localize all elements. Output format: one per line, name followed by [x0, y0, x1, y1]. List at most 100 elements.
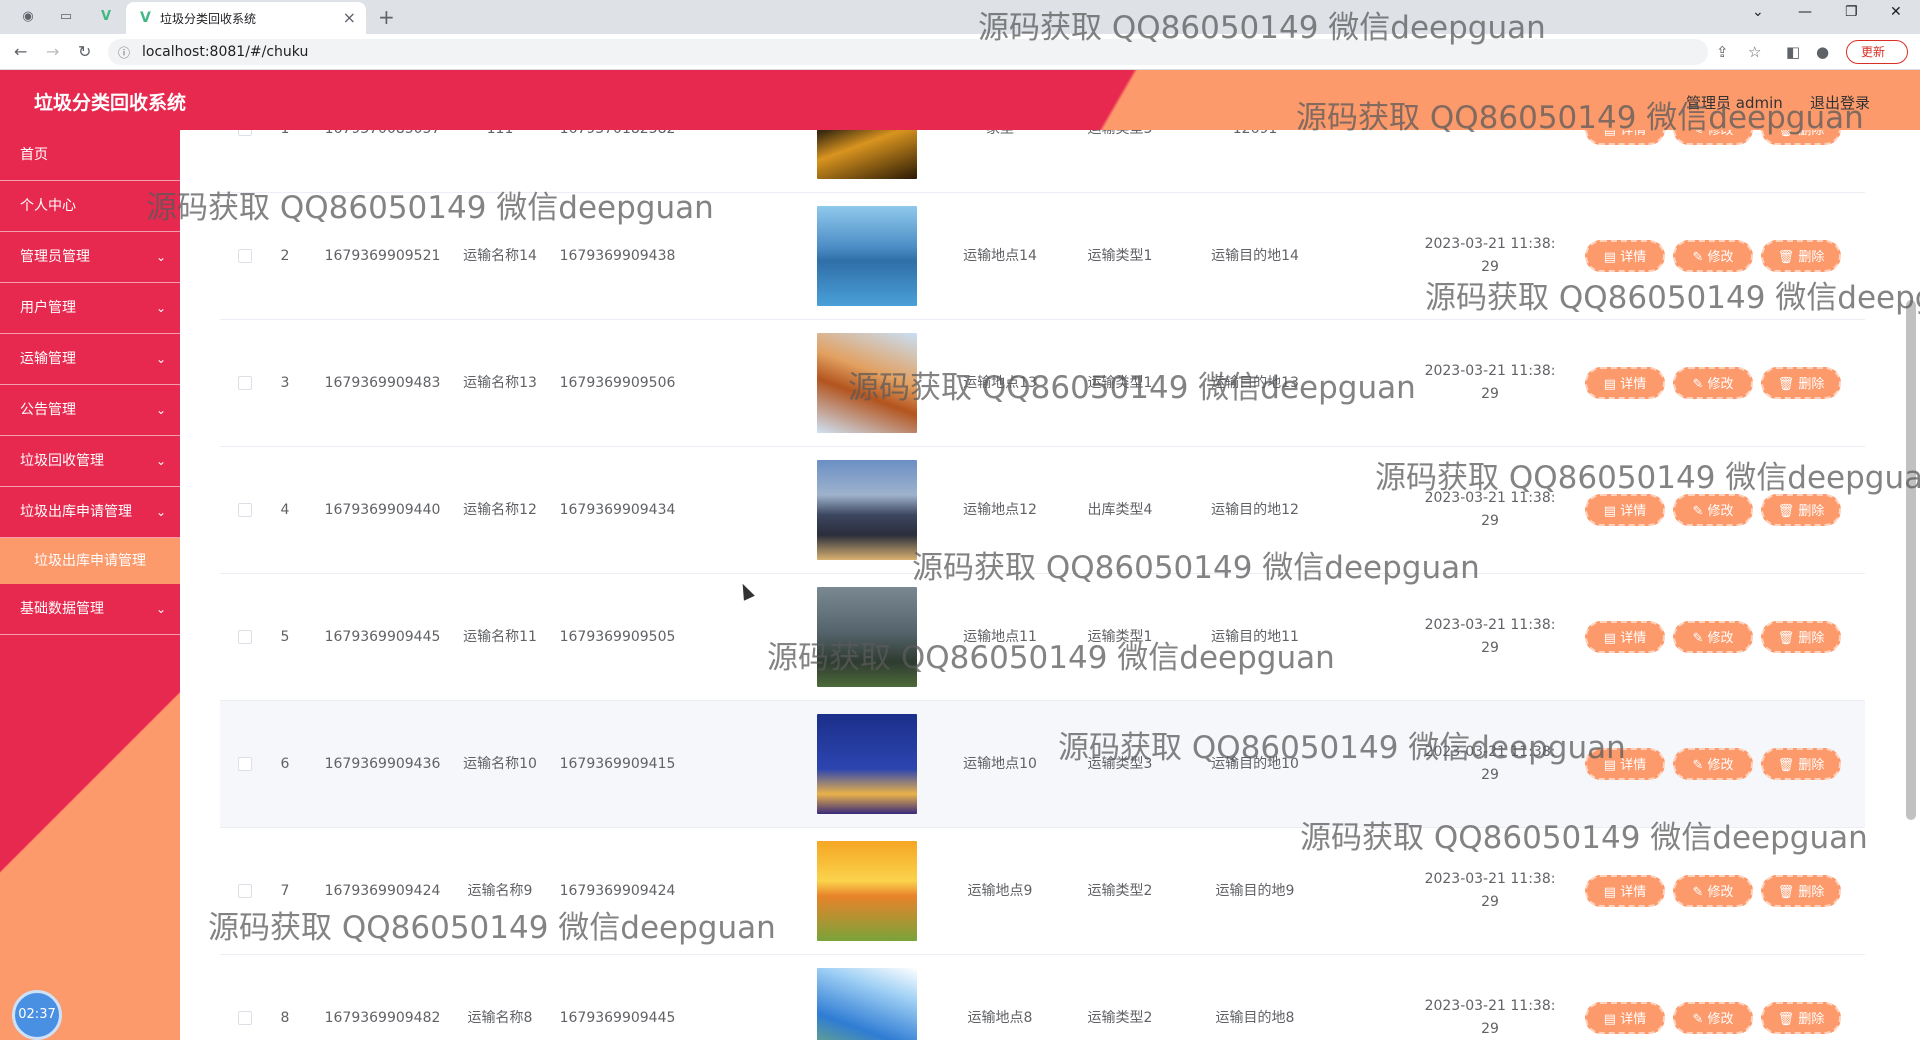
- row-index: 1: [270, 130, 300, 192]
- submenu-item-outbound-apply[interactable]: 垃圾出库申请管理: [0, 538, 180, 584]
- sidebar-item[interactable]: 垃圾回收管理 ⌄: [0, 436, 180, 487]
- detail-button[interactable]: ▤ 详情: [1585, 748, 1665, 780]
- browser-tabbar: ◉ ▭ V V 垃圾分类回收系统 × + ⌄ — ❐ ✕: [0, 0, 1920, 34]
- table-row[interactable]: 7 1679369909424 运输名称9 1679369909424 运输地点9 运输类…: [220, 828, 1865, 955]
- document-icon: ▤: [1603, 1012, 1621, 1027]
- sidebar-item-basic-data[interactable]: 基础数据管理 ⌄: [0, 584, 180, 635]
- detail-button[interactable]: ▤ 详情: [1585, 875, 1665, 907]
- reference-number: 1679369909506: [559, 375, 676, 391]
- pencil-icon: ✎: [1692, 758, 1708, 773]
- share-icon[interactable]: ⇪: [1716, 43, 1729, 61]
- row-checkbox[interactable]: [238, 503, 252, 517]
- sidebar-item[interactable]: 首页: [0, 130, 180, 181]
- minimize-icon[interactable]: —: [1798, 4, 1812, 20]
- reference-number: 1679369909434: [559, 502, 676, 518]
- sidebar-item[interactable]: 个人中心: [0, 181, 180, 232]
- document-icon: ▤: [1603, 758, 1621, 773]
- new-tab-icon[interactable]: +: [378, 5, 395, 29]
- browser-tab-active[interactable]: V 垃圾分类回收系统 ×: [126, 2, 366, 34]
- created-time: 2023-03-21 11:38: 29: [1424, 998, 1556, 1037]
- detail-button[interactable]: ▤ 详情: [1585, 621, 1665, 653]
- table-row[interactable]: 3 1679369909483 运输名称13 1679369909506 运输地点13 运…: [220, 320, 1865, 447]
- row-checkbox[interactable]: [238, 249, 252, 263]
- table-row[interactable]: 4 1679369909440 运输名称12 1679369909434 运输地点12 出…: [220, 447, 1865, 574]
- logout-link[interactable]: 退出登录: [1810, 92, 1870, 113]
- reference-number: 1679369909438: [559, 248, 676, 264]
- edit-button[interactable]: ✎ 修改: [1673, 1002, 1753, 1034]
- row-image[interactable]: [817, 587, 917, 687]
- row-image[interactable]: [817, 968, 917, 1040]
- row-image[interactable]: [817, 333, 917, 433]
- row-checkbox[interactable]: [238, 757, 252, 771]
- reload-icon[interactable]: ↻: [78, 42, 91, 61]
- chevron-down-icon: ⌄: [155, 301, 166, 315]
- row-checkbox[interactable]: [238, 1011, 252, 1025]
- edit-button[interactable]: ✎ 修改: [1673, 875, 1753, 907]
- row-image[interactable]: [817, 460, 917, 560]
- row-checkbox[interactable]: [238, 130, 252, 136]
- table-row[interactable]: 2 1679369909521 运输名称14 1679369909438 运输地点14 运…: [220, 193, 1865, 320]
- delete-button[interactable]: 🗑 删除: [1761, 875, 1841, 907]
- row-checkbox[interactable]: [238, 376, 252, 390]
- delete-button[interactable]: 🗑 删除: [1761, 240, 1841, 272]
- sidepanel-icon[interactable]: ◧: [1786, 43, 1800, 61]
- sidebar-item[interactable]: 公告管理 ⌄: [0, 385, 180, 436]
- forward-icon[interactable]: →: [46, 42, 59, 61]
- row-index: 5: [280, 629, 290, 645]
- detail-button[interactable]: ▤ 详情: [1585, 1002, 1665, 1034]
- window-close-icon[interactable]: ✕: [1890, 4, 1902, 20]
- edit-button[interactable]: ✎ 修改: [1673, 494, 1753, 526]
- row-image[interactable]: [817, 714, 917, 814]
- delete-button[interactable]: 🗑 删除: [1761, 621, 1841, 653]
- tab-icon[interactable]: ▭: [58, 9, 74, 25]
- transport-destination: 运输目的地8: [1215, 1010, 1295, 1026]
- close-icon[interactable]: ×: [343, 8, 356, 27]
- detail-button[interactable]: ▤ 详情: [1585, 130, 1665, 145]
- edit-button[interactable]: ✎ 修改: [1673, 748, 1753, 780]
- delete-button[interactable]: 🗑 删除: [1761, 748, 1841, 780]
- browser-menu-icon[interactable]: ◉: [20, 9, 36, 25]
- chevron-down-icon: ⌄: [155, 454, 166, 468]
- sidebar-item-label: 垃圾回收管理: [20, 453, 104, 469]
- row-checkbox[interactable]: [238, 884, 252, 898]
- table-row[interactable]: 6 1679369909436 运输名称10 1679369909415 运输地点10 运…: [220, 701, 1865, 828]
- delete-button[interactable]: 🗑 删除: [1761, 367, 1841, 399]
- sidebar-item[interactable]: 管理员管理 ⌄: [0, 232, 180, 283]
- trash-icon: 🗑: [1777, 885, 1799, 900]
- table-row[interactable]: 8 1679369909482 运输名称8 1679369909445 运输地点8 运输类…: [220, 955, 1865, 1040]
- created-time: 2023-03-21 11:38: 29: [1424, 363, 1556, 402]
- transport-name: 运输名称12: [463, 502, 537, 518]
- row-image[interactable]: [817, 130, 917, 179]
- update-button[interactable]: 更新: [1846, 40, 1908, 64]
- scrollbar[interactable]: [1906, 300, 1916, 820]
- vue-tab-icon[interactable]: V: [98, 9, 114, 25]
- table-row[interactable]: 116793700850571111679370182382 家里运输类型3126…: [220, 130, 1865, 193]
- detail-button[interactable]: ▤ 详情: [1585, 367, 1665, 399]
- transport-name: 111: [445, 130, 555, 192]
- pencil-icon: ✎: [1692, 250, 1708, 265]
- sidebar-item[interactable]: 垃圾出库申请管理 ⌄: [0, 487, 180, 538]
- sidebar-item[interactable]: 用户管理 ⌄: [0, 283, 180, 334]
- edit-button[interactable]: ✎ 修改: [1673, 130, 1753, 145]
- back-icon[interactable]: ←: [14, 42, 27, 61]
- info-icon[interactable]: ⓘ: [118, 44, 130, 61]
- edit-button[interactable]: ✎ 修改: [1673, 240, 1753, 272]
- edit-button[interactable]: ✎ 修改: [1673, 367, 1753, 399]
- row-image[interactable]: [817, 206, 917, 306]
- delete-button[interactable]: 🗑 删除: [1761, 1002, 1841, 1034]
- table-row[interactable]: 5 1679369909445 运输名称11 1679369909505 运输地点11 运…: [220, 574, 1865, 701]
- detail-button[interactable]: ▤ 详情: [1585, 494, 1665, 526]
- tab-search-icon[interactable]: ⌄: [1752, 4, 1764, 20]
- restore-icon[interactable]: ❐: [1845, 4, 1858, 20]
- delete-button[interactable]: 🗑 删除: [1761, 494, 1841, 526]
- transport-destination: 运输目的地11: [1211, 629, 1299, 645]
- delete-button[interactable]: 🗑 删除: [1761, 130, 1841, 145]
- sidebar-item[interactable]: 运输管理 ⌄: [0, 334, 180, 385]
- profile-icon[interactable]: ●: [1816, 43, 1829, 61]
- url-field[interactable]: ⓘ localhost:8081/#/chuku: [108, 39, 1708, 65]
- detail-button[interactable]: ▤ 详情: [1585, 240, 1665, 272]
- row-checkbox[interactable]: [238, 630, 252, 644]
- star-icon[interactable]: ☆: [1748, 43, 1761, 61]
- row-image[interactable]: [817, 841, 917, 941]
- edit-button[interactable]: ✎ 修改: [1673, 621, 1753, 653]
